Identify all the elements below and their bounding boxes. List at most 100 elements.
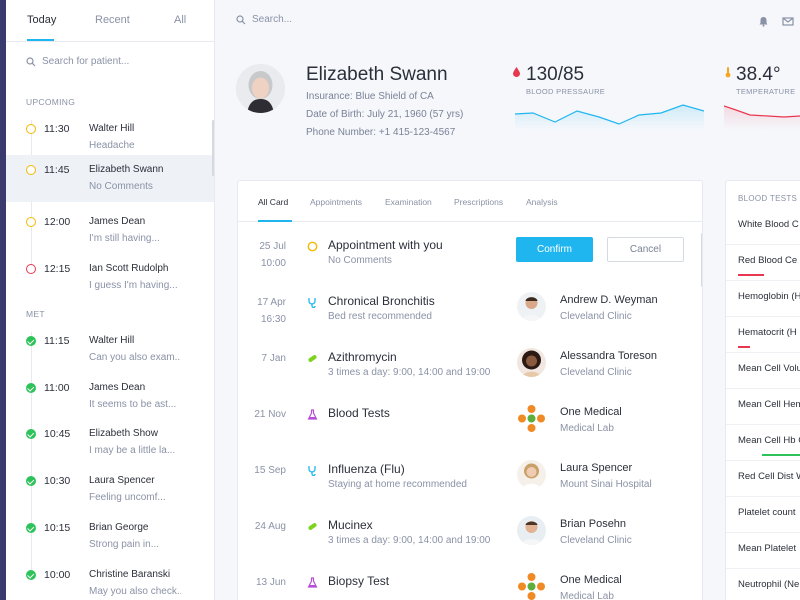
blood-test-item[interactable]: Red Blood Ce xyxy=(726,245,800,281)
patient-sidebar: Today Recent All Search for patient... U… xyxy=(6,0,215,600)
mail-icon[interactable] xyxy=(782,16,794,27)
blood-test-item[interactable]: Mean Platelet xyxy=(726,533,800,569)
check-icon xyxy=(26,570,36,580)
card-row[interactable]: 13 Jun Biopsy Test One Medical Medical L… xyxy=(238,569,702,600)
blood-test-item[interactable]: Platelet count xyxy=(726,497,800,533)
appointment-note: I may be a little la... xyxy=(89,445,176,456)
appointment-time: 10:30 xyxy=(44,475,71,487)
appointment-patient: Ian Scott Rudolph xyxy=(89,263,169,274)
stethoscope-icon xyxy=(308,466,316,476)
row-title: Mucinex xyxy=(328,518,373,532)
doctor-place: Mount Sinai Hospital xyxy=(560,479,652,490)
appointment-patient: Walter Hill xyxy=(89,123,135,134)
active-card-tab-indicator xyxy=(258,220,292,222)
blood-test-name: Hematocrit (H xyxy=(738,327,797,338)
card-row[interactable]: 21 Nov Blood Tests One Medical Medical L… xyxy=(238,401,702,457)
tab-today[interactable]: Today xyxy=(27,14,56,26)
active-tab-indicator xyxy=(27,39,54,41)
tab-all[interactable]: All xyxy=(174,14,186,26)
appointment-time: 11:15 xyxy=(44,335,70,347)
blood-test-bar xyxy=(762,454,800,456)
blood-test-name: Mean Cell Hb C xyxy=(738,435,800,446)
row-time: 10:00 xyxy=(260,258,286,269)
one-medical-logo xyxy=(517,404,546,433)
flask-icon xyxy=(307,409,318,420)
patient-avatar xyxy=(236,64,285,113)
blood-test-item[interactable]: White Blood C xyxy=(726,209,800,245)
search-icon xyxy=(236,15,246,25)
appointment-patient: Elizabeth Swann xyxy=(89,164,164,175)
drop-icon xyxy=(513,67,520,77)
blood-test-name: Red Cell Dist W xyxy=(738,471,800,482)
met-item[interactable]: 10:45 Elizabeth Show I may be a little l… xyxy=(6,419,214,465)
appointment-patient: James Dean xyxy=(89,382,146,393)
appointment-time: 11:45 xyxy=(44,164,70,176)
cancel-button[interactable]: Cancel xyxy=(607,237,684,262)
blood-test-item[interactable]: Hematocrit (H xyxy=(726,317,800,353)
row-title: Chronical Bronchitis xyxy=(328,294,435,308)
check-icon xyxy=(26,429,36,439)
blood-test-item[interactable]: Neutrophil (Ne xyxy=(726,569,800,600)
appointment-time: 10:15 xyxy=(44,522,71,534)
blood-pressure-label: BLOOD PRESSAURE xyxy=(526,87,606,96)
blood-tests-title: BLOOD TESTS xyxy=(738,194,798,203)
appointment-time: 10:00 xyxy=(44,569,71,581)
appointment-note: Feeling uncomf... xyxy=(89,492,166,503)
met-item[interactable]: 10:15 Brian George Strong pain in... xyxy=(6,513,214,559)
appointment-item[interactable]: 11:30 Walter Hill Headache xyxy=(6,114,214,160)
met-item[interactable]: 11:00 James Dean It seems to be ast... xyxy=(6,373,214,419)
doctor-name: One Medical xyxy=(560,574,622,586)
met-item[interactable]: 11:15 Walter Hill Can you also exam... xyxy=(6,326,214,372)
blood-test-item[interactable]: Red Cell Dist W xyxy=(726,461,800,497)
check-icon xyxy=(26,523,36,533)
tab-recent[interactable]: Recent xyxy=(95,14,130,26)
appointment-patient: Brian George xyxy=(89,522,149,533)
met-item[interactable]: 10:00 Christine Baranski May you also ch… xyxy=(6,560,214,600)
blood-test-name: Red Blood Ce xyxy=(738,255,798,266)
check-icon xyxy=(26,336,36,346)
confirm-button[interactable]: Confirm xyxy=(516,237,593,262)
row-date: 7 Jan xyxy=(261,353,286,364)
tab-all-card[interactable]: All Card xyxy=(258,197,288,207)
appointment-patient: Christine Baranski xyxy=(89,569,171,580)
check-icon xyxy=(26,476,36,486)
card-row[interactable]: 17 Apr 16:30 Chronical Bronchitis Bed re… xyxy=(238,289,702,345)
tab-analysis[interactable]: Analysis xyxy=(526,197,558,207)
blood-test-item[interactable]: Mean Cell Hem xyxy=(726,389,800,425)
tab-examination[interactable]: Examination xyxy=(385,197,432,207)
card-row[interactable]: 24 Aug Mucinex 3 times a day: 9:00, 14:0… xyxy=(238,513,702,569)
blood-test-item[interactable]: Mean Cell Volu xyxy=(726,353,800,389)
appointment-item-selected[interactable]: 11:45 Elizabeth Swann No Comments xyxy=(6,155,214,202)
blood-test-item[interactable]: Hemoglobin (H xyxy=(726,281,800,317)
row-subtitle: No Comments xyxy=(328,255,392,266)
card-row[interactable]: 15 Sep Influenza (Flu) Staying at home r… xyxy=(238,457,702,513)
sidebar-tabs: Today Recent All xyxy=(6,0,214,42)
appointment-note: Strong pain in... xyxy=(89,539,160,550)
card-scrollbar[interactable] xyxy=(701,233,702,287)
appointment-note: Headache xyxy=(89,140,135,151)
pill-icon xyxy=(308,355,317,362)
row-date: 24 Aug xyxy=(254,521,286,532)
tab-prescriptions[interactable]: Prescriptions xyxy=(454,197,503,207)
tab-appointments[interactable]: Appointments xyxy=(310,197,362,207)
blood-test-name: White Blood C xyxy=(738,219,799,230)
row-date: 15 Sep xyxy=(254,465,286,476)
appointment-time: 12:15 xyxy=(44,263,71,275)
met-item[interactable]: 10:30 Laura Spencer Feeling uncomf... xyxy=(6,466,214,512)
blood-test-item[interactable]: Mean Cell Hb C xyxy=(726,425,800,461)
appointment-item[interactable]: 12:00 James Dean I'm still having... xyxy=(6,207,214,253)
bell-icon[interactable] xyxy=(758,16,769,27)
appointment-note: No Comments xyxy=(89,181,153,192)
row-date: 25 Jul xyxy=(259,241,286,252)
sidebar-scrollbar[interactable] xyxy=(212,120,214,176)
doctor-name: One Medical xyxy=(560,406,622,418)
appointment-note: I guess I'm having... xyxy=(89,280,178,291)
met-label: MET xyxy=(26,309,45,319)
card-row[interactable]: 7 Jan Azithromycin 3 times a day: 9:00, … xyxy=(238,345,702,401)
blood-pressure-value: 130/85 xyxy=(526,64,585,85)
appointment-item[interactable]: 12:15 Ian Scott Rudolph I guess I'm havi… xyxy=(6,254,214,300)
urgent-dot-icon xyxy=(26,264,36,274)
thermometer-icon xyxy=(725,67,731,78)
blood-test-bar xyxy=(738,346,750,348)
flask-icon xyxy=(307,577,318,588)
